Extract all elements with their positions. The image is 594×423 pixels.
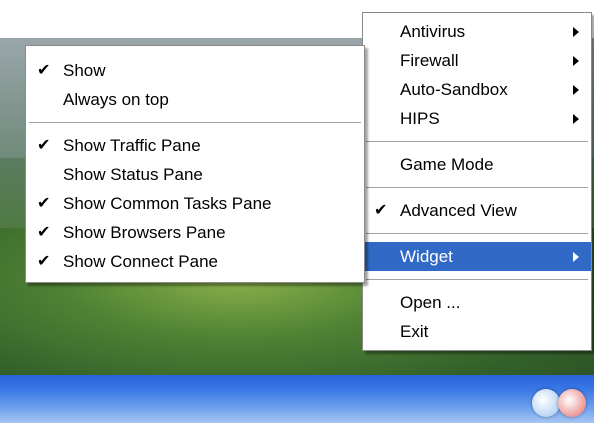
menu-item-firewall[interactable]: Firewall bbox=[363, 46, 591, 75]
checkmark-icon: ✔ bbox=[37, 62, 51, 79]
menu-separator bbox=[366, 233, 588, 234]
menu-separator bbox=[366, 279, 588, 280]
menu-separator bbox=[366, 141, 588, 142]
submenu-arrow-icon bbox=[573, 27, 579, 37]
menu-item-label: Auto-Sandbox bbox=[400, 80, 508, 99]
menu-item-label: Show bbox=[63, 61, 106, 80]
widget-item-show-connect-pane[interactable]: ✔ Show Connect Pane bbox=[26, 247, 364, 276]
menu-item-widget[interactable]: Widget bbox=[363, 242, 591, 271]
widget-item-show-common-tasks-pane[interactable]: ✔ Show Common Tasks Pane bbox=[26, 189, 364, 218]
menu-item-label: Show Status Pane bbox=[63, 165, 203, 184]
widget-item-show[interactable]: ✔ Show bbox=[26, 56, 364, 85]
checkmark-icon: ✔ bbox=[374, 202, 388, 219]
widget-item-show-status-pane[interactable]: Show Status Pane bbox=[26, 160, 364, 189]
checkmark-icon: ✔ bbox=[37, 137, 51, 154]
tray-security-icon[interactable] bbox=[558, 389, 586, 417]
submenu-arrow-icon bbox=[573, 85, 579, 95]
menu-item-open[interactable]: Open ... bbox=[363, 288, 591, 317]
submenu-arrow-icon bbox=[573, 56, 579, 66]
menu-item-hips[interactable]: HIPS bbox=[363, 104, 591, 133]
menu-item-label: Show Connect Pane bbox=[63, 252, 218, 271]
widget-item-show-traffic-pane[interactable]: ✔ Show Traffic Pane bbox=[26, 131, 364, 160]
checkmark-icon: ✔ bbox=[37, 195, 51, 212]
menu-item-label: Show Traffic Pane bbox=[63, 136, 201, 155]
menu-separator bbox=[29, 122, 361, 123]
checkmark-icon: ✔ bbox=[37, 253, 51, 270]
tray-context-menu: Antivirus Firewall Auto-Sandbox HIPS Gam… bbox=[362, 12, 592, 351]
tray-app-icon[interactable] bbox=[532, 389, 560, 417]
menu-item-label: Exit bbox=[400, 322, 429, 341]
menu-item-label: Firewall bbox=[400, 51, 459, 70]
menu-item-auto-sandbox[interactable]: Auto-Sandbox bbox=[363, 75, 591, 104]
widget-item-show-browsers-pane[interactable]: ✔ Show Browsers Pane bbox=[26, 218, 364, 247]
menu-item-label: Always on top bbox=[63, 90, 169, 109]
menu-item-label: Open ... bbox=[400, 293, 461, 312]
menu-item-advanced-view[interactable]: ✔ Advanced View bbox=[363, 196, 591, 225]
menu-item-label: Advanced View bbox=[400, 201, 517, 220]
submenu-arrow-icon bbox=[573, 114, 579, 124]
menu-item-label: Show Common Tasks Pane bbox=[63, 194, 272, 213]
menu-separator bbox=[366, 187, 588, 188]
widget-item-always-on-top[interactable]: Always on top bbox=[26, 85, 364, 114]
menu-item-label: Antivirus bbox=[400, 22, 466, 41]
checkmark-icon: ✔ bbox=[37, 224, 51, 241]
menu-item-label: Game Mode bbox=[400, 155, 494, 174]
menu-item-label: HIPS bbox=[400, 109, 440, 128]
widget-submenu: ✔ Show Always on top ✔ Show Traffic Pane… bbox=[25, 45, 365, 283]
menu-item-antivirus[interactable]: Antivirus bbox=[363, 17, 591, 46]
menu-item-exit[interactable]: Exit bbox=[363, 317, 591, 346]
menu-item-label: Widget bbox=[400, 247, 453, 266]
menu-item-game-mode[interactable]: Game Mode bbox=[363, 150, 591, 179]
submenu-arrow-icon bbox=[573, 252, 579, 262]
menu-item-label: Show Browsers Pane bbox=[63, 223, 226, 242]
taskbar[interactable] bbox=[0, 375, 594, 423]
